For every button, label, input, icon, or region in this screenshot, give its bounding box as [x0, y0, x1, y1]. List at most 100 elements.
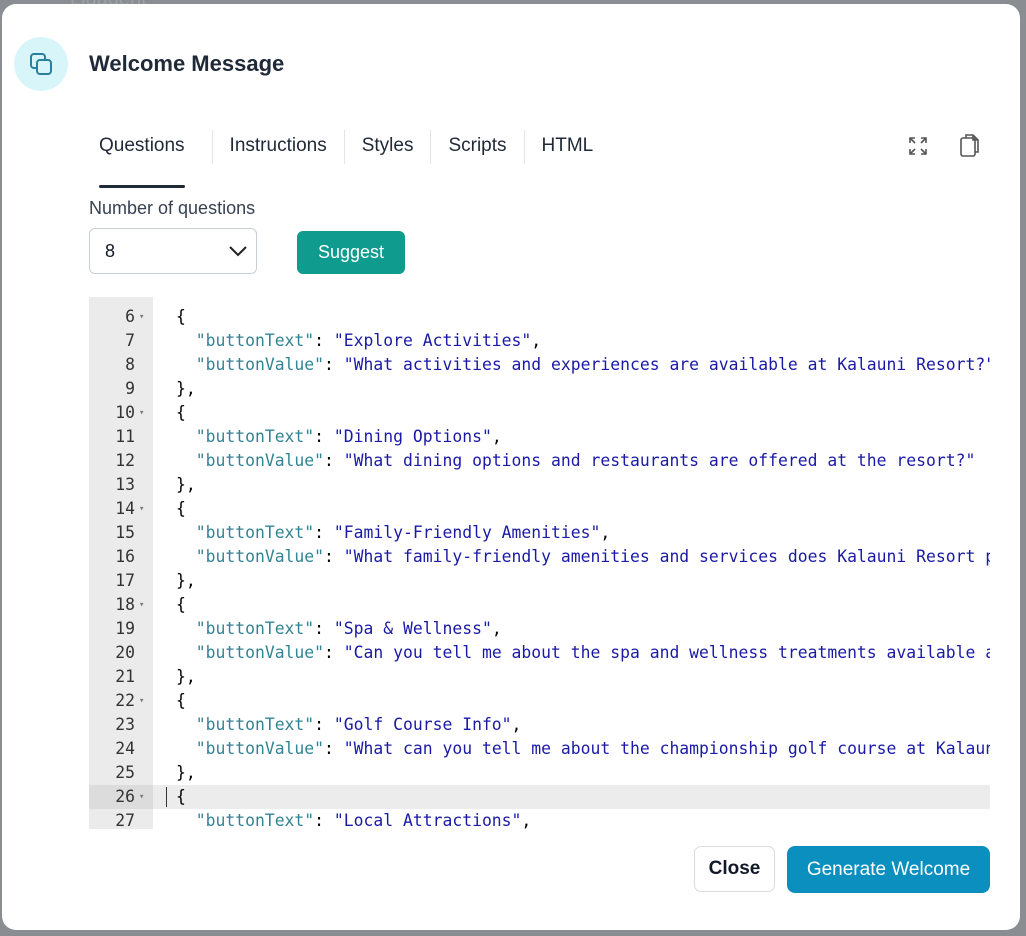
json-key: "buttonText"	[195, 427, 315, 446]
json-key: "buttonText"	[195, 523, 315, 542]
code-line: 7 "buttonText": "Explore Activities",	[89, 329, 990, 353]
number-of-questions-label: Number of questions	[89, 198, 256, 218]
line-number: 16	[115, 547, 135, 566]
code-line: 11 "buttonText": "Dining Options",	[89, 425, 990, 449]
code-line: 9},	[89, 377, 990, 401]
close-button[interactable]: Close	[694, 846, 775, 892]
generate-welcome-button[interactable]: Generate Welcome	[787, 846, 990, 893]
json-key: "buttonValue"	[195, 643, 325, 662]
code-line: 14 ▾{	[89, 497, 990, 521]
code-text: },	[176, 475, 196, 494]
line-number: 21	[115, 667, 135, 686]
json-string: "What can you tell me about the champion…	[343, 739, 990, 758]
code-text: {	[176, 403, 186, 422]
tab-divider	[430, 130, 432, 164]
expand-icon[interactable]	[908, 136, 928, 161]
tab-html[interactable]: HTML	[542, 126, 594, 186]
line-number: 17	[115, 571, 135, 590]
fold-arrow-icon[interactable]: ▾	[139, 785, 144, 809]
json-key: "buttonValue"	[195, 451, 325, 470]
fold-arrow-icon[interactable]: ▾	[139, 689, 144, 713]
code-text: },	[176, 379, 196, 398]
number-of-questions-select[interactable]: 8	[89, 228, 257, 274]
code-line: 20 "buttonValue": "Can you tell me about…	[89, 641, 990, 665]
code-text: {	[176, 787, 186, 806]
line-number: 27	[115, 811, 135, 829]
json-string: "Family-Friendly Amenities"	[333, 523, 601, 542]
code-text: "buttonText": "Dining Options",	[195, 427, 502, 446]
code-text: "buttonValue": "What activities and expe…	[176, 353, 990, 377]
json-string: "Can you tell me about the spa and welln…	[343, 643, 990, 662]
code-line: 15 "buttonText": "Family-Friendly Amenit…	[89, 521, 990, 545]
code-line: 16 "buttonValue": "What family-friendly …	[89, 545, 990, 569]
json-string: "Local Attractions"	[333, 811, 522, 829]
code-line: 13},	[89, 473, 990, 497]
select-value: 8	[105, 240, 116, 261]
code-editor[interactable]: 6 ▾{7 "buttonText": "Explore Activities",…	[89, 297, 990, 829]
json-string: "What family-friendly amenities and serv…	[343, 547, 990, 566]
code-text: "buttonText": "Spa & Wellness",	[195, 619, 502, 638]
code-line: 24 "buttonValue": "What can you tell me …	[89, 737, 990, 761]
line-number: 23	[115, 715, 135, 734]
fold-arrow-icon[interactable]: ▾	[139, 593, 144, 617]
tab-styles[interactable]: Styles	[362, 126, 414, 186]
code-text: "buttonValue": "What family-friendly ame…	[176, 545, 990, 569]
code-line: 10 ▾{	[89, 401, 990, 425]
code-text: "buttonText": "Family-Friendly Amenities…	[195, 523, 611, 542]
code-text: {	[176, 691, 186, 710]
line-number: 15	[115, 523, 135, 542]
code-line: 26 ▾{	[89, 785, 990, 809]
code-text: "buttonValue": "What dining options and …	[195, 451, 976, 470]
code-line: 27 "buttonText": "Local Attractions",	[89, 809, 990, 829]
tab-divider	[211, 130, 213, 164]
code-line: 25},	[89, 761, 990, 785]
code-line: 17},	[89, 569, 990, 593]
code-text: "buttonText": "Local Attractions",	[195, 811, 532, 829]
json-key: "buttonValue"	[195, 355, 325, 374]
line-number: 12	[115, 451, 135, 470]
json-key: "buttonText"	[195, 331, 315, 350]
fold-arrow-icon[interactable]: ▾	[139, 497, 144, 521]
json-string: "What dining options and restaurants are…	[343, 451, 976, 470]
text-cursor	[166, 787, 167, 807]
line-number: 24	[115, 739, 135, 758]
suggest-button[interactable]: Suggest	[297, 231, 405, 274]
code-line: 22 ▾{	[89, 689, 990, 713]
code-text: "buttonText": "Explore Activities",	[195, 331, 542, 350]
tab-divider	[523, 130, 525, 164]
code-text: "buttonText": "Golf Course Info",	[195, 715, 522, 734]
line-number: 20	[115, 643, 135, 662]
tab-questions[interactable]: Questions	[89, 126, 195, 188]
code-line: 8 "buttonValue": "What activities and ex…	[89, 353, 990, 377]
json-key: "buttonValue"	[195, 547, 325, 566]
code-text: "buttonValue": "What can you tell me abo…	[176, 737, 990, 761]
json-string: "Spa & Wellness"	[333, 619, 492, 638]
line-number: 13	[115, 475, 135, 494]
tab-scripts[interactable]: Scripts	[448, 126, 506, 186]
json-string: "What activities and experiences are ava…	[343, 355, 990, 374]
tab-bar: Questions Instructions Styles Scripts HT…	[89, 126, 594, 188]
json-key: "buttonText"	[195, 619, 315, 638]
fold-arrow-icon[interactable]: ▾	[139, 305, 144, 329]
tab-instructions[interactable]: Instructions	[230, 126, 327, 186]
json-key: "buttonText"	[195, 811, 315, 829]
code-line: 23 "buttonText": "Golf Course Info",	[89, 713, 990, 737]
code-line: 12 "buttonValue": "What dining options a…	[89, 449, 990, 473]
json-key: "buttonText"	[195, 715, 315, 734]
line-number: 19	[115, 619, 135, 638]
code-line: 19 "buttonText": "Spa & Wellness",	[89, 617, 990, 641]
clipboard-icon[interactable]	[959, 132, 983, 163]
chevron-down-icon	[228, 241, 248, 266]
json-key: "buttonValue"	[195, 739, 325, 758]
json-string: "Golf Course Info"	[333, 715, 512, 734]
dialog-title: Welcome Message	[89, 51, 285, 76]
code-text: "buttonValue": "Can you tell me about th…	[176, 641, 990, 665]
code-line: 6 ▾{	[89, 305, 990, 329]
code-text: },	[176, 763, 196, 782]
fold-arrow-icon[interactable]: ▾	[139, 401, 144, 425]
line-number: 8	[125, 355, 135, 374]
code-line: 21},	[89, 665, 990, 689]
line-number: 7	[125, 331, 135, 350]
line-number: 9	[125, 379, 135, 398]
copy-icon	[14, 37, 68, 91]
